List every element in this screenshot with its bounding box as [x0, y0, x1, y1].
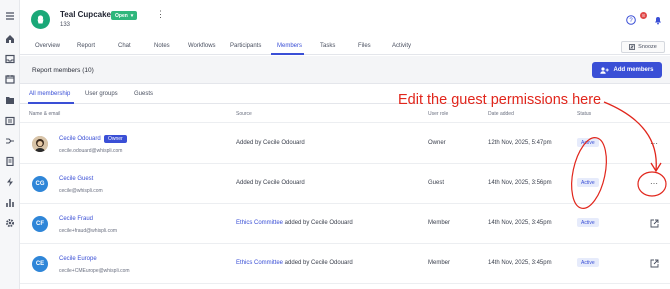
tab-files[interactable]: Files [358, 43, 371, 49]
more-options-icon[interactable]: ⋮ [156, 10, 165, 19]
annotation-text: Edit the guest permissions here [398, 92, 602, 108]
home-icon[interactable] [5, 34, 15, 44]
member-name[interactable]: Cecile Odouard [59, 136, 101, 142]
snooze-label: Snooze [638, 44, 657, 50]
member-name[interactable]: Cecile Fraud [59, 216, 93, 222]
add-members-label: Add members [613, 67, 654, 73]
column-header-status: Status [577, 111, 592, 117]
open-external-icon[interactable] [648, 257, 660, 269]
snooze-icon [629, 44, 636, 50]
tab-members[interactable]: Members [277, 43, 302, 49]
member-email: cecile@whispli.com [59, 188, 103, 194]
member-name[interactable]: Cecile Europe [59, 256, 97, 262]
member-email: cecile.odouard@whispli.com [59, 148, 123, 154]
bar-chart-icon[interactable] [5, 198, 15, 208]
member-name[interactable]: Cecile Guest [59, 176, 93, 182]
app-logo [31, 10, 50, 29]
bell-icon[interactable] [653, 15, 663, 25]
table-row: CG Cecile Guest cecile@whispli.com Added… [20, 164, 670, 204]
subtab-guests[interactable]: Guests [134, 91, 153, 97]
member-role: Member [428, 260, 451, 266]
status-badge: Active [577, 258, 599, 267]
tab-report[interactable]: Report [77, 43, 95, 49]
status-badge: Active [577, 218, 599, 227]
tab-workflows[interactable]: Workflows [188, 43, 216, 49]
status-badge: Active [577, 178, 599, 187]
settings-icon[interactable] [5, 218, 15, 228]
tab-chat[interactable]: Chat [118, 43, 131, 49]
members-header: Report members (10) Add members [20, 56, 670, 84]
status-badge: Active [577, 138, 599, 147]
status-dropdown[interactable]: Open ▾ [111, 11, 138, 20]
active-tab-indicator [271, 53, 304, 55]
avatar: CG [32, 176, 48, 192]
add-user-icon [600, 66, 610, 74]
tab-overview[interactable]: Overview [35, 43, 60, 49]
table-row: CE Cecile Europe cecile+CMEurope@whispli… [20, 244, 670, 284]
source-suffix: added by Cecile Odouard [283, 260, 353, 266]
svg-text:?: ? [629, 18, 633, 24]
avatar [32, 136, 48, 152]
source-group-link[interactable]: Ethics Committee [236, 220, 283, 226]
tab-activity[interactable]: Activity [392, 43, 411, 49]
member-date: 12th Nov, 2025, 5:47pm [488, 140, 552, 146]
owner-badge: Owner [104, 135, 127, 143]
member-source: Added by Cecile Odouard [236, 140, 305, 146]
add-members-button[interactable]: Add members [592, 62, 662, 78]
table-row: Cecile Odouard Owner cecile.odouard@whis… [20, 124, 670, 164]
avatar: CE [32, 256, 48, 272]
subtab-user-groups[interactable]: User groups [85, 91, 118, 97]
app-title: Teal Cupcake [60, 10, 111, 19]
more-icon[interactable]: ⋯ [648, 137, 660, 149]
source-suffix: added by Cecile Odouard [283, 220, 353, 226]
tab-tasks[interactable]: Tasks [320, 43, 335, 49]
more-icon[interactable]: ⋯ [648, 177, 660, 189]
help-icon[interactable]: ? [626, 15, 636, 25]
table-row: CF Cecile Fraud cecile+fraud@whispli.com… [20, 204, 670, 244]
member-date: 14th Nov, 2025, 3:45pm [488, 220, 552, 226]
inbox-icon[interactable] [5, 54, 15, 64]
member-date: 14th Nov, 2025, 3:56pm [488, 180, 552, 186]
column-header-date: Date added [488, 111, 514, 117]
user-photo-icon [32, 136, 48, 152]
source-group-link[interactable]: Ethics Committee [236, 260, 283, 266]
clipboard-icon[interactable] [5, 156, 15, 166]
status-label: Open [115, 12, 128, 19]
member-source: Ethics Committee added by Cecile Odouard [236, 220, 353, 226]
tab-notes[interactable]: Notes [154, 43, 170, 49]
subtab-all-membership[interactable]: All membership [29, 91, 70, 97]
member-email: cecile+CMEurope@whispli.com [59, 268, 130, 274]
header-divider [20, 122, 670, 123]
app-header: Teal Cupcake 133 Open ▾ ⋮ ? [20, 0, 670, 40]
calendar-icon[interactable] [5, 74, 15, 84]
column-header-role: User role [428, 111, 449, 117]
tab-bar: Overview Report Chat Notes Workflows Par… [20, 40, 670, 55]
member-date: 14th Nov, 2025, 3:45pm [488, 260, 552, 266]
left-rail [0, 0, 20, 289]
tab-participants[interactable]: Participants [230, 43, 261, 49]
snooze-button[interactable]: Snooze [621, 41, 665, 53]
merge-icon[interactable] [5, 136, 15, 146]
member-source: Added by Cecile Odouard [236, 180, 305, 186]
bolt-icon[interactable] [5, 177, 15, 187]
cupcake-icon [37, 15, 44, 24]
menu-icon[interactable] [5, 11, 15, 21]
member-role: Member [428, 220, 451, 226]
folder-icon[interactable] [5, 95, 15, 105]
notification-badge: 8 [640, 12, 647, 19]
member-source: Ethics Committee added by Cecile Odouard [236, 260, 353, 266]
column-header-source: Source [236, 111, 252, 117]
open-external-icon[interactable] [648, 217, 660, 229]
column-header-name: Name & email [29, 111, 61, 117]
active-subtab-indicator [28, 102, 74, 104]
member-role: Guest [428, 180, 445, 186]
avatar: CF [32, 216, 48, 232]
member-email: cecile+fraud@whispli.com [59, 228, 118, 234]
app-subtitle: 133 [60, 22, 71, 28]
chevron-down-icon: ▾ [130, 12, 134, 19]
members-title: Report members (10) [32, 67, 94, 74]
list-icon[interactable] [5, 116, 15, 126]
member-role: Owner [428, 140, 446, 146]
